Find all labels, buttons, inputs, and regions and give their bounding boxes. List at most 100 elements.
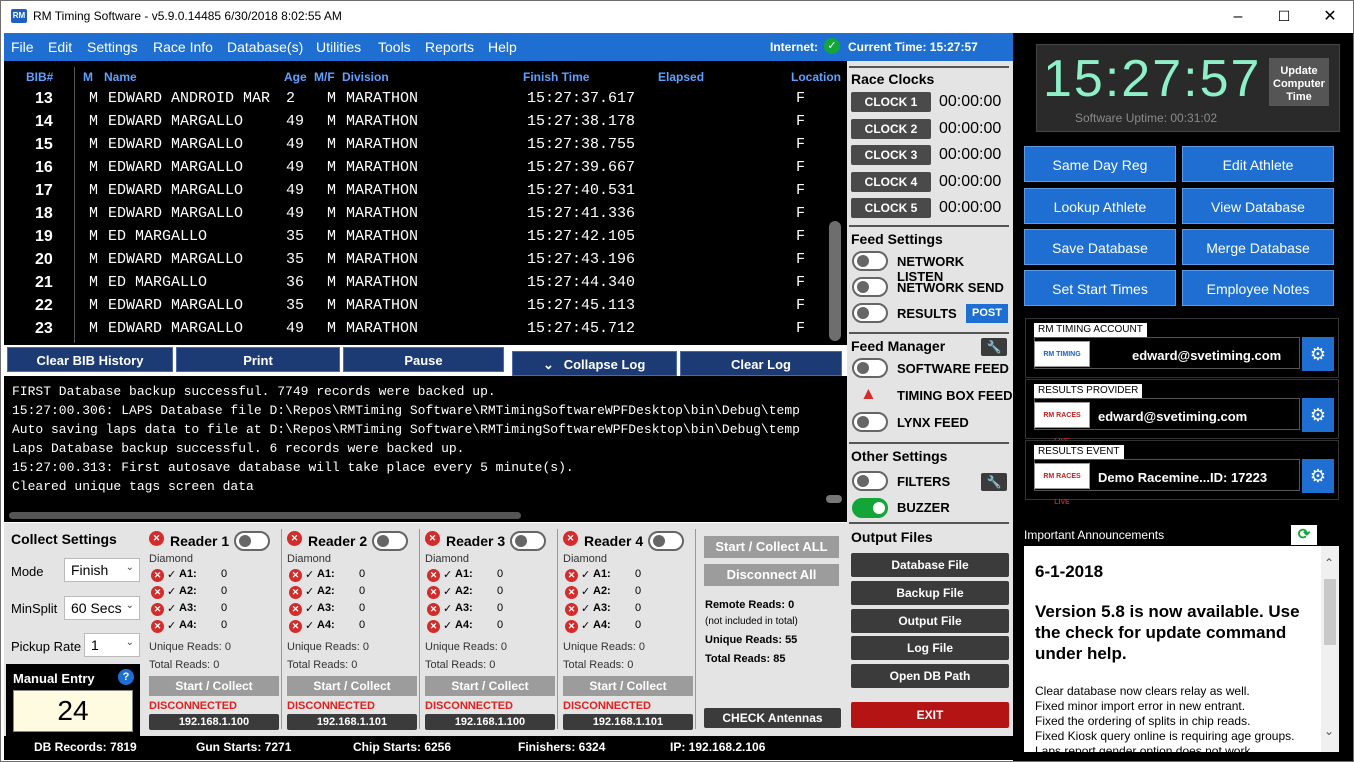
clear-log-button[interactable]: Clear Log: [680, 351, 842, 376]
gear-icon[interactable]: ⚙: [1302, 398, 1334, 432]
post-button[interactable]: POST: [966, 304, 1008, 323]
antenna-checkbox[interactable]: ✓: [443, 585, 452, 598]
manual-entry-input[interactable]: 24: [13, 690, 133, 732]
pickup-rate-select[interactable]: 1 ⌄: [84, 633, 140, 657]
employee-notes-button[interactable]: Employee Notes: [1182, 270, 1334, 306]
reader-toggle[interactable]: [234, 531, 270, 551]
chevron-up-icon[interactable]: ⌃: [1324, 556, 1334, 570]
software-feed-toggle[interactable]: [852, 358, 888, 378]
mode-select[interactable]: Finish ⌄: [64, 558, 140, 582]
table-row[interactable]: 23 M EDWARD MARGALLO 49 M MARATHON 15:27:45.71…: [4, 320, 824, 343]
reader-start-collect-button[interactable]: Start / Collect: [563, 676, 693, 696]
view-database-button[interactable]: View Database: [1182, 188, 1334, 224]
log-horizontal-scrollbar[interactable]: [9, 512, 521, 519]
menu-tools[interactable]: Tools: [378, 39, 411, 55]
antenna-checkbox[interactable]: ✓: [167, 585, 176, 598]
finish-grid[interactable]: BIB# M Name Age M/F Division Finish Time…: [4, 61, 847, 345]
menu-help[interactable]: Help: [488, 39, 517, 55]
menu-race-info[interactable]: Race Info: [153, 39, 213, 55]
table-row[interactable]: 14 M EDWARD MARGALLO 49 M MARATHON 15:27:38.17…: [4, 113, 824, 136]
menu-edit[interactable]: Edit: [48, 39, 72, 55]
close-button[interactable]: ✕: [1307, 1, 1353, 32]
collapse-log-button[interactable]: ⌄ Collapse Log: [512, 351, 677, 376]
clock-4-button[interactable]: CLOCK 4: [851, 171, 931, 192]
filters-toggle[interactable]: [852, 471, 888, 491]
log-vertical-scrollbar[interactable]: [826, 495, 842, 503]
save-database-button[interactable]: Save Database: [1024, 229, 1176, 265]
exit-button[interactable]: EXIT: [851, 702, 1009, 728]
antenna-checkbox[interactable]: ✓: [305, 568, 314, 581]
clock-3-button[interactable]: CLOCK 3: [851, 145, 931, 165]
minsplit-select[interactable]: 60 Secs ⌄: [64, 596, 140, 620]
table-row[interactable]: 15 M EDWARD MARGALLO 49 M MARATHON 15:27:38.75…: [4, 136, 824, 159]
reader-toggle[interactable]: [510, 531, 546, 551]
menu-file[interactable]: File: [11, 39, 34, 55]
buzzer-toggle[interactable]: [852, 498, 888, 518]
col-name[interactable]: Name: [104, 70, 137, 84]
start-collect-all-button[interactable]: Start / Collect ALL: [704, 536, 839, 558]
lynx-feed-toggle[interactable]: [852, 412, 888, 432]
disconnect-all-button[interactable]: Disconnect All: [704, 564, 839, 586]
help-icon[interactable]: ?: [118, 669, 134, 685]
feed-manager-wrench-icon[interactable]: 🔧: [981, 338, 1007, 356]
clock-1-button[interactable]: CLOCK 1: [851, 92, 931, 112]
gear-icon[interactable]: ⚙: [1302, 459, 1334, 493]
col-m[interactable]: M: [83, 70, 93, 84]
print-button[interactable]: Print: [176, 347, 340, 372]
gear-icon[interactable]: ⚙: [1302, 337, 1334, 371]
col-finish-time[interactable]: Finish Time: [523, 70, 589, 84]
results-toggle[interactable]: [852, 303, 888, 323]
col-age[interactable]: Age: [284, 70, 307, 84]
col-division[interactable]: Division: [342, 70, 389, 84]
menu-settings[interactable]: Settings: [87, 39, 138, 55]
reader-start-collect-button[interactable]: Start / Collect: [425, 676, 555, 696]
same-day-reg-button[interactable]: Same Day Reg: [1024, 146, 1176, 182]
clear-bib-history-button[interactable]: Clear BIB History: [7, 347, 173, 372]
log-file-button[interactable]: Log File: [851, 636, 1009, 660]
output-file-button[interactable]: Output File: [851, 609, 1009, 633]
reader-toggle[interactable]: [372, 531, 408, 551]
antenna-checkbox[interactable]: ✓: [581, 602, 590, 615]
merge-database-button[interactable]: Merge Database: [1182, 229, 1334, 265]
antenna-checkbox[interactable]: ✓: [167, 619, 176, 632]
minimize-button[interactable]: –: [1215, 1, 1261, 32]
antenna-checkbox[interactable]: ✓: [443, 602, 452, 615]
antenna-checkbox[interactable]: ✓: [167, 568, 176, 581]
refresh-icon[interactable]: ⟳: [1291, 525, 1317, 545]
menu-reports[interactable]: Reports: [425, 39, 474, 55]
reader-start-collect-button[interactable]: Start / Collect: [287, 676, 417, 696]
col-elapsed[interactable]: Elapsed: [658, 70, 704, 84]
open-db-path-button[interactable]: Open DB Path: [851, 664, 1009, 688]
col-location[interactable]: Location: [791, 70, 841, 84]
table-row[interactable]: 16 M EDWARD MARGALLO 49 M MARATHON 15:27:39.66…: [4, 159, 824, 182]
table-row[interactable]: 21 M ED MARGALLO 36 M MARATHON 15:27:44.340 F: [4, 274, 824, 297]
antenna-checkbox[interactable]: ✓: [581, 619, 590, 632]
table-row[interactable]: 20 M EDWARD MARGALLO 35 M MARATHON 15:27:43.19…: [4, 251, 824, 274]
edit-athlete-button[interactable]: Edit Athlete: [1182, 146, 1334, 182]
col-mf[interactable]: M/F: [314, 70, 335, 84]
antenna-checkbox[interactable]: ✓: [305, 585, 314, 598]
table-row[interactable]: 13 M EDWARD ANDROID MAR 2 M MARATHON 15:27:37.…: [4, 90, 824, 113]
antenna-checkbox[interactable]: ✓: [581, 585, 590, 598]
announcements-scrollbar[interactable]: ⌃ ⌄: [1321, 546, 1339, 752]
antenna-checkbox[interactable]: ✓: [443, 619, 452, 632]
chevron-down-icon[interactable]: ⌄: [1324, 724, 1334, 738]
menu-utilities[interactable]: Utilities: [316, 39, 361, 55]
reader-start-collect-button[interactable]: Start / Collect: [149, 676, 279, 696]
set-start-times-button[interactable]: Set Start Times: [1024, 270, 1176, 306]
check-antennas-button[interactable]: CHECK Antennas: [704, 708, 841, 728]
pause-button[interactable]: Pause: [343, 347, 504, 372]
lookup-athlete-button[interactable]: Lookup Athlete: [1024, 188, 1176, 224]
grid-scrollbar[interactable]: [829, 221, 841, 341]
antenna-checkbox[interactable]: ✓: [581, 568, 590, 581]
antenna-checkbox[interactable]: ✓: [167, 602, 176, 615]
table-row[interactable]: 18 M EDWARD MARGALLO 49 M MARATHON 15:27:41.33…: [4, 205, 824, 228]
antenna-checkbox[interactable]: ✓: [305, 602, 314, 615]
scroll-thumb[interactable]: [1324, 579, 1336, 645]
table-row[interactable]: 19 M ED MARGALLO 35 M MARATHON 15:27:42.105 F: [4, 228, 824, 251]
clock-2-button[interactable]: CLOCK 2: [851, 118, 931, 139]
update-computer-time-button[interactable]: Update Computer Time: [1269, 58, 1329, 106]
menu-databases[interactable]: Database(s): [227, 39, 303, 55]
antenna-checkbox[interactable]: ✓: [443, 568, 452, 581]
maximize-button[interactable]: ☐: [1261, 1, 1307, 32]
